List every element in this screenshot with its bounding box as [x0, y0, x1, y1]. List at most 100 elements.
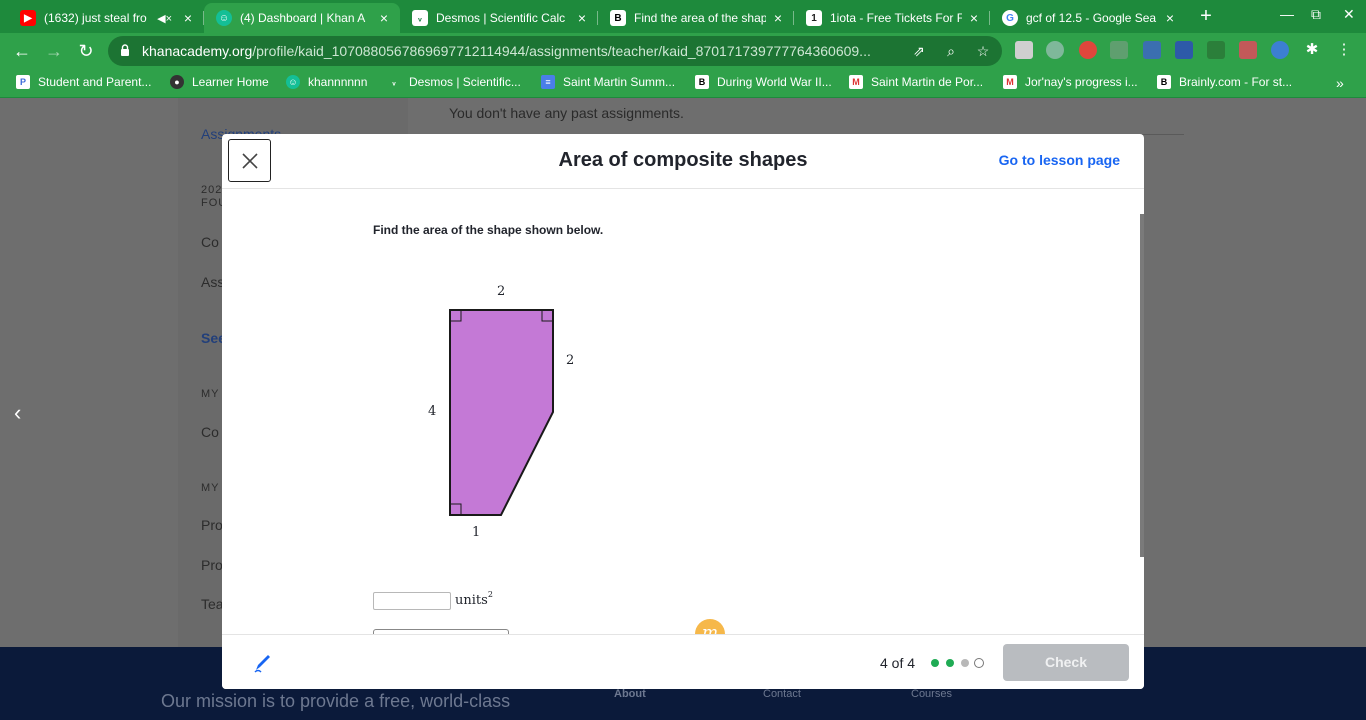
- close-tab-icon[interactable]: ×: [1162, 10, 1178, 26]
- browser-toolbar: ← → ↻ khanacademy.org/profile/kaid_10708…: [0, 33, 1366, 69]
- mathway-badge-icon[interactable]: m: [695, 619, 725, 634]
- bookmark-learner-home[interactable]: ● Learner Home: [170, 75, 269, 89]
- extension-icon[interactable]: [1015, 41, 1033, 59]
- extension-icon[interactable]: [1239, 41, 1257, 59]
- minimize-icon[interactable]: —: [1280, 6, 1294, 22]
- footer-heading-about: About: [614, 688, 646, 700]
- bookmark-world-war[interactable]: B During World War II...: [695, 75, 832, 89]
- close-tab-icon[interactable]: ×: [574, 10, 590, 26]
- close-tab-icon[interactable]: ×: [180, 10, 196, 26]
- label-bottom-side: 1: [472, 525, 481, 540]
- sidebar-item[interactable]: Pro: [201, 557, 223, 573]
- go-to-lesson-link[interactable]: Go to lesson page: [999, 152, 1120, 168]
- progress-dot-complete: [946, 659, 954, 667]
- back-icon[interactable]: ←: [11, 40, 33, 62]
- tab-title: gcf of 12.5 - Google Sea: [1026, 11, 1157, 25]
- reload-icon[interactable]: ↻: [75, 40, 97, 62]
- chevron-left-icon[interactable]: ‹: [14, 400, 21, 426]
- new-tab-button[interactable]: +: [1194, 5, 1218, 27]
- address-bar[interactable]: khanacademy.org/profile/kaid_10708805678…: [108, 36, 1002, 66]
- bookmark-label: Student and Parent...: [38, 75, 152, 89]
- forward-icon[interactable]: →: [43, 40, 65, 62]
- parentsquare-icon: P: [16, 75, 30, 89]
- bookmark-label: During World War II...: [717, 75, 832, 89]
- label-right-side: 2: [566, 353, 575, 368]
- exercise-modal: Area of composite shapes Go to lesson pa…: [222, 134, 1144, 689]
- footer-mission: Our mission is to provide a free, world-…: [161, 691, 511, 711]
- sidebar-item[interactable]: Pro: [201, 517, 223, 533]
- check-answer-button[interactable]: Check: [1003, 644, 1129, 681]
- extension-icon[interactable]: [1207, 41, 1225, 59]
- footer-heading-contact: Contact: [763, 688, 801, 700]
- past-assignments-text: You don't have any past assignments.: [449, 105, 684, 121]
- tab-khan-dashboard[interactable]: ☺ (4) Dashboard | Khan A ×: [204, 3, 400, 33]
- tab-brainly[interactable]: B Find the area of the shap ×: [598, 3, 794, 33]
- tab-youtube[interactable]: ▶ (1632) just steal fro ◀× ×: [8, 3, 204, 33]
- extension-icon[interactable]: [1046, 41, 1064, 59]
- composite-shape: [449, 309, 554, 516]
- footer-heading-courses: Courses: [911, 688, 952, 700]
- question-text: Find the area of the shape shown below.: [373, 223, 604, 237]
- tab-desmos[interactable]: ᵥ Desmos | Scientific Calc ×: [400, 3, 598, 33]
- bookmark-saint-martin-de-por[interactable]: M Saint Martin de Por...: [849, 75, 983, 89]
- tab-title: 1iota - Free Tickets For F: [830, 11, 962, 25]
- units-text: units: [455, 593, 488, 608]
- close-tab-icon[interactable]: ×: [376, 10, 392, 26]
- extension-icon[interactable]: [1271, 41, 1289, 59]
- desmos-icon: ᵥ: [392, 77, 396, 87]
- tab-1iota[interactable]: 1 1iota - Free Tickets For F ×: [794, 3, 990, 33]
- sidebar-item[interactable]: Co: [201, 234, 219, 250]
- answer-input[interactable]: [373, 592, 451, 610]
- close-tab-icon[interactable]: ×: [966, 10, 982, 26]
- sidebar-item[interactable]: Ass: [201, 274, 224, 290]
- scratchpad-icon[interactable]: [252, 651, 274, 673]
- youtube-icon: ▶: [20, 10, 36, 26]
- zoom-search-icon[interactable]: ⌕: [942, 42, 960, 60]
- progress-text: 4 of 4: [880, 655, 916, 671]
- bookmark-label: khannnnnn: [308, 75, 368, 89]
- label-left-side: 4: [428, 404, 437, 419]
- tab-title: Desmos | Scientific Calc: [436, 11, 566, 25]
- modal-footer: 4 of 4 Check: [222, 634, 1144, 689]
- bookmark-desmos[interactable]: ᵥ Desmos | Scientific...: [387, 75, 520, 89]
- learner-home-icon: ●: [170, 75, 184, 89]
- close-window-icon[interactable]: ✕: [1343, 6, 1355, 23]
- brainly-icon: B: [1157, 75, 1171, 89]
- extension-icon[interactable]: [1110, 41, 1128, 59]
- tab-google[interactable]: G gcf of 12.5 - Google Sea ×: [990, 3, 1186, 33]
- extension-icon[interactable]: [1143, 41, 1161, 59]
- bookmark-student-parent[interactable]: P Student and Parent...: [16, 75, 151, 89]
- gmail-icon: M: [1003, 75, 1017, 89]
- sidebar-item[interactable]: Co: [201, 424, 219, 440]
- speaker-muted-icon[interactable]: ◀×: [157, 12, 172, 25]
- puzzle-extensions-icon[interactable]: ✱: [1303, 41, 1321, 59]
- bookmark-jornay-progress[interactable]: M Jor'nay's progress i...: [1003, 75, 1138, 89]
- bookmarks-overflow-icon[interactable]: »: [1336, 75, 1344, 91]
- modal-header: Area of composite shapes Go to lesson pa…: [222, 134, 1144, 189]
- bookmark-label: Saint Martin de Por...: [871, 75, 984, 89]
- restore-icon[interactable]: ⧉: [1311, 6, 1321, 23]
- sidebar-item[interactable]: Tea: [201, 596, 224, 612]
- progress-dot-incomplete: [961, 659, 969, 667]
- close-tab-icon[interactable]: ×: [770, 10, 786, 26]
- bookmarks-bar: P Student and Parent... ● Learner Home ☺ kh…: [0, 69, 1366, 98]
- open-in-app-icon[interactable]: ⇗: [910, 42, 928, 60]
- url-host: khanacademy.org: [142, 43, 253, 59]
- tab-strip: ▶ (1632) just steal fro ◀× × ☺ (4) Dashb…: [0, 0, 1366, 33]
- menu-kebab-icon[interactable]: ⋮: [1335, 41, 1353, 59]
- bookmark-star-icon[interactable]: ☆: [974, 42, 992, 60]
- label-top-side: 2: [497, 284, 506, 299]
- sidebar-heading: MY: [201, 482, 220, 494]
- url-text: khanacademy.org/profile/kaid_10708805678…: [142, 43, 902, 59]
- bookmark-brainly[interactable]: B Brainly.com - For st...: [1157, 75, 1292, 89]
- modal-scrollbar[interactable]: [1140, 214, 1144, 557]
- khan-academy-icon: ☺: [216, 10, 232, 26]
- extension-pro-icon[interactable]: [1175, 41, 1193, 59]
- tab-title: (1632) just steal fro: [44, 11, 147, 25]
- bookmark-saint-martin-summ[interactable]: ≡ Saint Martin Summ...: [541, 75, 675, 89]
- extension-icon[interactable]: [1079, 41, 1097, 59]
- composite-shape-figure: 2 2 4 1: [424, 280, 604, 555]
- bookmark-khannnnnn[interactable]: ☺ khannnnnn: [286, 75, 367, 89]
- brainly-icon: B: [610, 10, 626, 26]
- khan-academy-icon: ☺: [286, 75, 300, 89]
